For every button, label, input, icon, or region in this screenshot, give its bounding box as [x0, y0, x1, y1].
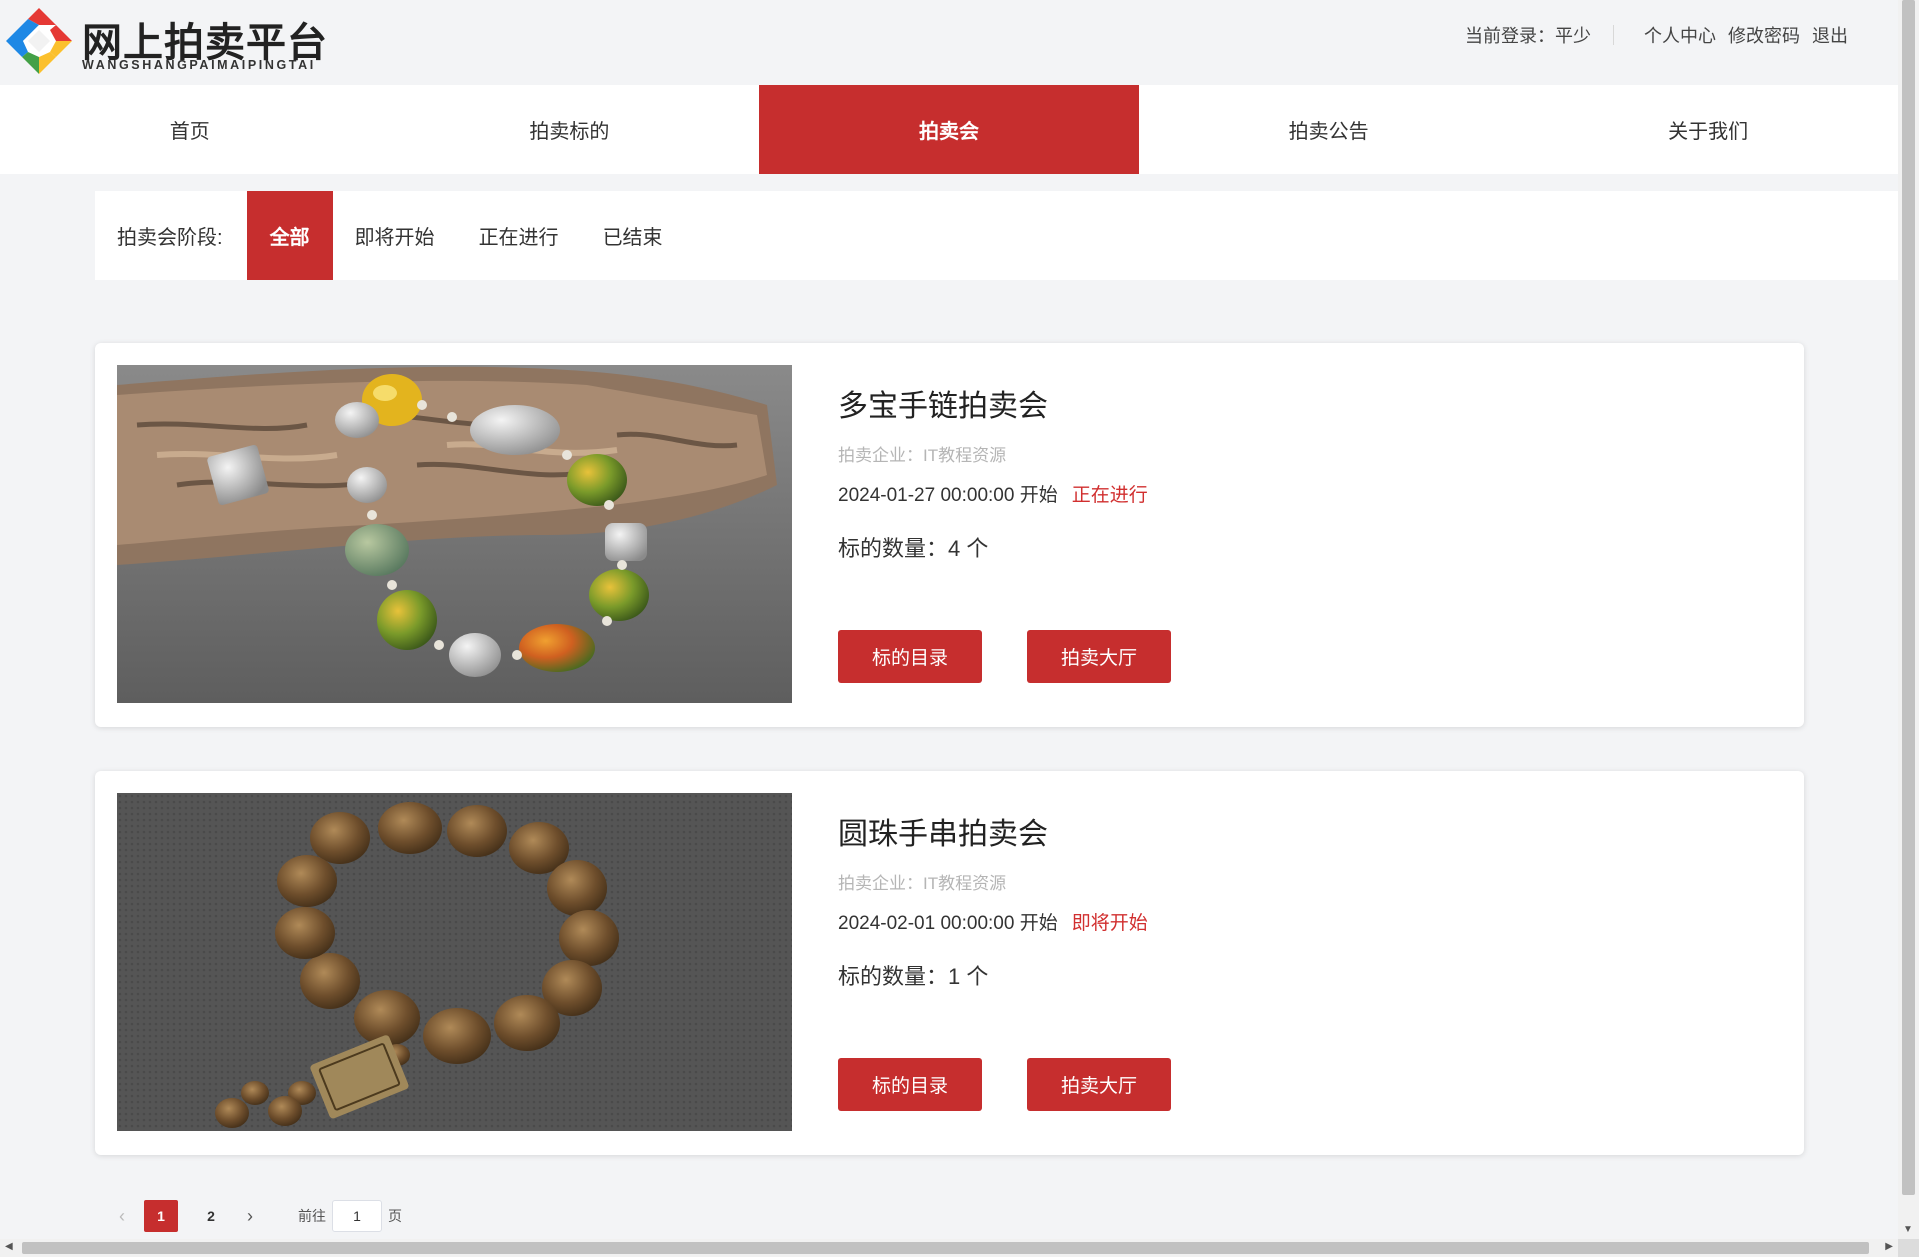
nav-item-about[interactable]: 关于我们 — [1518, 85, 1898, 174]
auction-title[interactable]: 圆珠手串拍卖会 — [838, 815, 1738, 855]
scroll-right-arrow-icon[interactable]: ▶ — [1885, 1241, 1893, 1252]
scrollbar-thumb[interactable] — [22, 1242, 1869, 1254]
chevron-left-icon[interactable]: ‹ — [108, 1206, 136, 1227]
logo-subtitle: WANGSHANGPAIMAIPINGTAI — [82, 58, 316, 72]
current-user-label: 当前登录：平少 — [1465, 26, 1591, 46]
main-nav: 首页 拍卖标的 拍卖会 拍卖公告 关于我们 — [0, 85, 1898, 174]
lot-catalog-button[interactable]: 标的目录 — [838, 1058, 982, 1111]
auction-card: 多宝手链拍卖会 拍卖企业：IT教程资源 2024-01-27 00:00:00 … — [95, 343, 1804, 727]
lot-catalog-button[interactable]: 标的目录 — [838, 630, 982, 683]
goto-prefix: 前往 — [298, 1208, 326, 1224]
scrollbar-corner — [1898, 1239, 1919, 1257]
divider — [1613, 25, 1614, 45]
auction-company: 拍卖企业：IT教程资源 — [838, 874, 1007, 893]
card-actions: 标的目录 拍卖大厅 — [838, 630, 1216, 683]
logo-diamond-icon — [6, 8, 72, 74]
start-time-text: 2024-02-01 00:00:00 开始 — [838, 913, 1058, 934]
change-password-link[interactable]: 修改密码 — [1728, 22, 1800, 48]
auction-hall-button[interactable]: 拍卖大厅 — [1027, 1058, 1171, 1111]
auction-image-bracelet[interactable] — [117, 365, 792, 703]
vertical-scrollbar[interactable]: ▼ — [1898, 0, 1919, 1239]
auction-company: 拍卖企业：IT教程资源 — [838, 446, 1007, 465]
auction-info: 圆珠手串拍卖会 拍卖企业：IT教程资源 2024-02-01 00:00:00 … — [838, 815, 1738, 991]
bracelet-photo — [117, 365, 792, 703]
card-actions: 标的目录 拍卖大厅 — [838, 1058, 1216, 1111]
user-area: 当前登录：平少 个人中心 修改密码 退出 — [1465, 22, 1848, 48]
nav-item-auction-lots[interactable]: 拍卖标的 — [380, 85, 760, 174]
nav-item-home[interactable]: 首页 — [0, 85, 380, 174]
auction-start-time: 2024-02-01 00:00:00 开始 即将开始 — [838, 908, 1738, 935]
pagination: ‹ 1 2 › 前往 页 — [108, 1200, 402, 1232]
auction-card: 圆珠手串拍卖会 拍卖企业：IT教程资源 2024-02-01 00:00:00 … — [95, 771, 1804, 1155]
filter-option-ended[interactable]: 已结束 — [581, 191, 685, 280]
auction-title[interactable]: 多宝手链拍卖会 — [838, 387, 1738, 427]
page-jumper: 前往 页 — [298, 1200, 402, 1232]
nav-item-auctions[interactable]: 拍卖会 — [759, 85, 1139, 174]
page-number[interactable]: 2 — [194, 1200, 228, 1232]
beads-photo — [117, 793, 792, 1131]
filter-option-upcoming[interactable]: 即将开始 — [333, 191, 457, 280]
goto-suffix: 页 — [388, 1208, 402, 1224]
header: 网上拍卖平台 WANGSHANGPAIMAIPINGTAI 当前登录：平少 个人… — [0, 0, 1898, 85]
start-time-text: 2024-01-27 00:00:00 开始 — [838, 485, 1058, 506]
stage-filter-label: 拍卖会阶段: — [117, 227, 223, 249]
lot-count: 标的数量：4 个 — [838, 536, 989, 561]
filter-option-all[interactable]: 全部 — [246, 191, 333, 280]
nav-item-announcements[interactable]: 拍卖公告 — [1139, 85, 1519, 174]
page-jump-input[interactable] — [332, 1200, 382, 1232]
scrollbar-thumb[interactable] — [1902, 0, 1915, 1195]
personal-center-link[interactable]: 个人中心 — [1644, 22, 1716, 48]
lot-count: 标的数量：1 个 — [838, 964, 989, 989]
auction-image-beads[interactable] — [117, 793, 792, 1131]
horizontal-scrollbar[interactable]: ◀ ▶ — [0, 1239, 1898, 1257]
status-badge: 正在进行 — [1071, 485, 1148, 506]
stage-filter: 拍卖会阶段: 全部 即将开始 正在进行 已结束 — [95, 191, 1898, 280]
site-logo[interactable]: 网上拍卖平台 WANGSHANGPAIMAIPINGTAI — [4, 6, 334, 76]
scroll-left-arrow-icon[interactable]: ◀ — [5, 1241, 13, 1252]
auction-info: 多宝手链拍卖会 拍卖企业：IT教程资源 2024-01-27 00:00:00 … — [838, 387, 1738, 563]
auction-hall-button[interactable]: 拍卖大厅 — [1027, 630, 1171, 683]
scroll-down-arrow-icon[interactable]: ▼ — [1903, 1224, 1913, 1235]
filter-option-ongoing[interactable]: 正在进行 — [457, 191, 581, 280]
auction-start-time: 2024-01-27 00:00:00 开始 正在进行 — [838, 480, 1738, 507]
page-number[interactable]: 1 — [144, 1200, 178, 1232]
status-badge: 即将开始 — [1071, 913, 1148, 934]
logout-link[interactable]: 退出 — [1812, 22, 1848, 48]
chevron-right-icon[interactable]: › — [236, 1206, 264, 1227]
